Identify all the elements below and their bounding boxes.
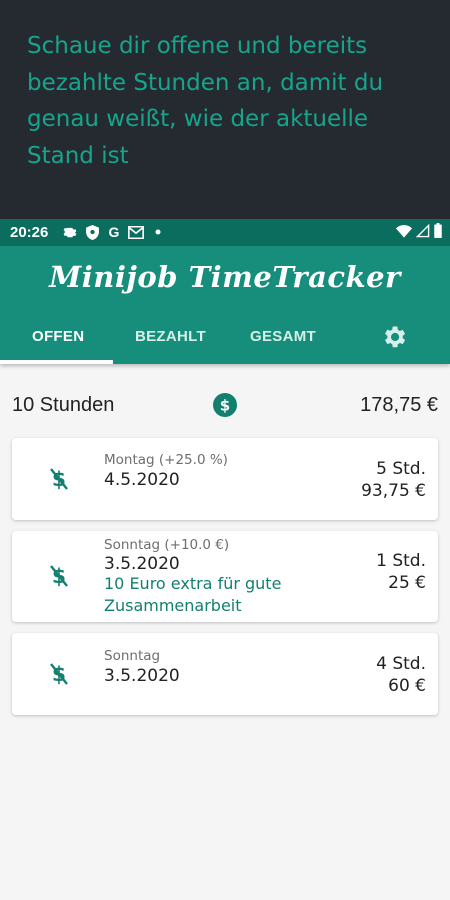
summary-amount: 178,75 €: [360, 394, 438, 416]
entry-amount: 25 €: [388, 573, 426, 593]
wifi-icon: [396, 224, 412, 243]
entry-date: 3.5.2020: [104, 554, 180, 574]
gear-icon: [62, 223, 78, 241]
dollar-circle-icon[interactable]: $: [212, 392, 238, 418]
gmail-icon: [128, 223, 144, 241]
promo-banner: Schaue dir offene und bereits bezahlte S…: [0, 0, 450, 219]
entry-date: 4.5.2020: [104, 470, 180, 490]
shield-icon: [84, 223, 100, 241]
app-title: Minijob TimeTracker: [49, 260, 401, 294]
entry-day-label: Sonntag: [104, 648, 161, 664]
dot-icon: [150, 223, 166, 241]
battery-icon: [434, 223, 442, 243]
entry-date: 3.5.2020: [104, 666, 180, 686]
entry-hours: 1 Std.: [376, 551, 426, 571]
entry-amount: 93,75 €: [361, 481, 426, 501]
signal-icon: [415, 223, 430, 243]
tab-offen[interactable]: OFFEN: [32, 328, 84, 345]
tab-indicator: [0, 360, 113, 364]
entry-card[interactable]: $ Sonntag 3.5.2020 4 Std. 60 €: [12, 633, 438, 715]
entry-hours: 5 Std.: [376, 459, 426, 479]
entry-card[interactable]: $ Montag (+25.0 %) 4.5.2020 5 Std. 93,75…: [12, 438, 438, 520]
promo-text: Schaue dir offene und bereits bezahlte S…: [27, 33, 384, 169]
status-bar: 20:26 G: [0, 219, 450, 246]
entry-day-label: Sonntag (+10.0 €): [104, 537, 230, 553]
google-icon: G: [108, 224, 120, 240]
tab-bezahlt[interactable]: BEZAHLT: [135, 328, 206, 345]
svg-text:$: $: [220, 397, 230, 415]
summary-row: 10 Stunden $ 178,75 €: [12, 392, 438, 422]
entry-note: 10 Euro extra für gute Zusammenarbeit: [104, 574, 282, 615]
entry-hours: 4 Std.: [376, 654, 426, 674]
settings-gear-icon[interactable]: [380, 323, 408, 351]
app-bar: Minijob TimeTracker OFFEN BEZAHLT GESAMT: [0, 246, 450, 364]
entry-card[interactable]: $ Sonntag (+10.0 €) 3.5.2020 10 Euro ext…: [12, 531, 438, 622]
entry-day-label: Montag (+25.0 %): [104, 452, 228, 468]
dollar-off-icon[interactable]: $: [48, 661, 70, 687]
dollar-off-icon[interactable]: $: [48, 466, 70, 492]
tab-gesamt[interactable]: GESAMT: [250, 328, 316, 345]
status-time: 20:26: [10, 224, 49, 241]
entry-amount: 60 €: [388, 676, 426, 696]
dollar-off-icon[interactable]: $: [48, 563, 70, 589]
summary-hours: 10 Stunden: [12, 394, 115, 416]
